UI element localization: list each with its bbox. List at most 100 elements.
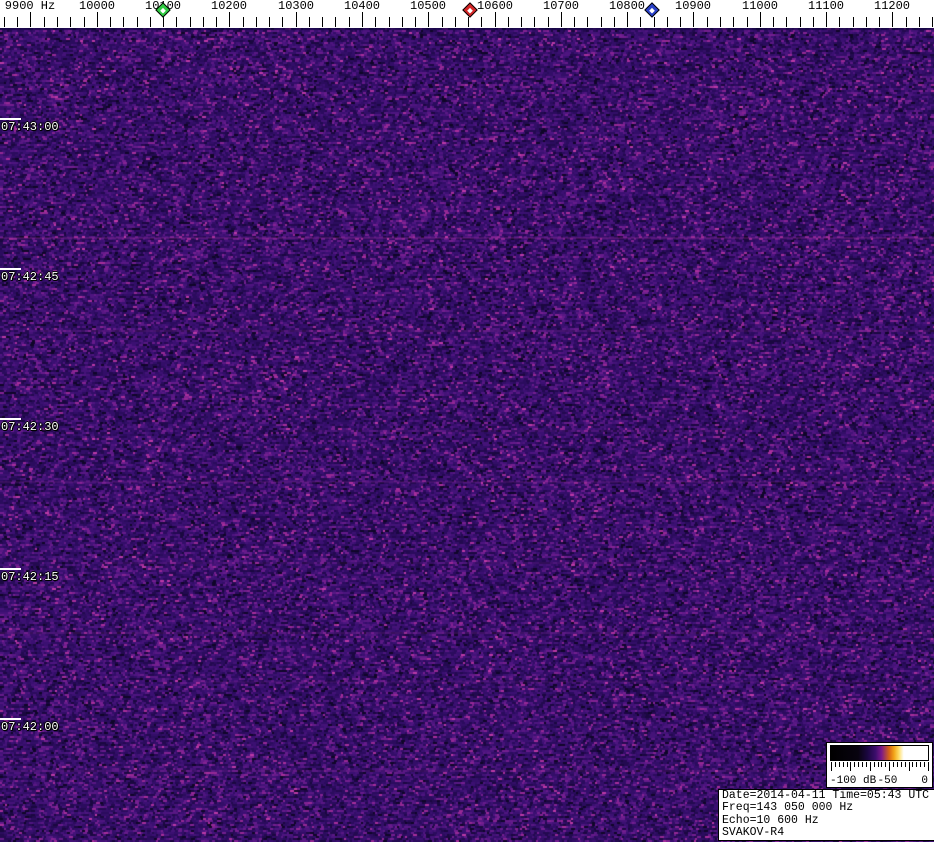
ruler-tick	[720, 17, 721, 27]
ruler-tick	[269, 17, 270, 27]
ruler-tick	[176, 17, 177, 27]
db-tick	[846, 762, 848, 767]
marker-core	[467, 7, 473, 13]
ruler-tick	[747, 17, 748, 27]
ruler-tick	[229, 12, 230, 27]
observation-info-box: Date=2014-04-11 Time=05:43 UTC Freq=143 …	[718, 789, 934, 841]
db-tick	[904, 762, 906, 767]
ruler-tick	[548, 17, 549, 27]
ruler-tick	[349, 17, 350, 27]
ruler-tick	[70, 17, 71, 27]
freq-tick-label: 10200	[210, 0, 248, 13]
ruler-tick	[773, 17, 774, 27]
ruler-tick	[481, 17, 482, 27]
spectrogram-canvas	[0, 28, 934, 842]
spectrogram-window: 9900 Hz100001010010200103001040010500106…	[0, 0, 934, 842]
ruler-tick	[495, 12, 496, 27]
ruler-tick	[455, 17, 456, 27]
ruler-tick	[190, 17, 191, 27]
db-mid-label: -50	[877, 775, 898, 787]
ruler-tick	[760, 12, 761, 27]
ruler-tick	[574, 17, 575, 27]
db-tick	[916, 762, 918, 767]
ruler-tick	[17, 17, 18, 27]
time-tick-label: 07:42:15	[1, 570, 59, 584]
ruler-tick	[614, 17, 615, 27]
ruler-tick	[428, 12, 429, 27]
db-tick	[920, 762, 922, 767]
ruler-tick	[906, 17, 907, 27]
ruler-tick	[4, 17, 5, 27]
freq-tick-label: 11100	[807, 0, 845, 13]
db-color-scale: -100 dB -50 0	[826, 742, 933, 788]
ruler-tick	[468, 17, 469, 27]
marker-core	[649, 7, 655, 13]
ruler-tick	[879, 17, 880, 27]
ruler-tick	[521, 17, 522, 27]
freq-tick-label: 10600	[476, 0, 514, 13]
db-tick	[834, 762, 836, 767]
db-tick	[873, 762, 875, 767]
db-tick	[912, 762, 914, 767]
freq-tick-label: 10300	[277, 0, 315, 13]
ruler-tick	[375, 17, 376, 27]
ruler-tick	[402, 17, 403, 27]
info-frequency: Freq=143 050 000 Hz	[722, 801, 854, 815]
db-max-label: 0	[921, 775, 928, 787]
db-tick	[924, 762, 926, 767]
freq-tick-label: 10400	[343, 0, 381, 13]
marker-diamond-red[interactable]	[462, 2, 478, 18]
ruler-tick	[733, 17, 734, 27]
ruler-tick	[826, 12, 827, 27]
ruler-tick	[813, 17, 814, 27]
ruler-tick	[786, 17, 787, 27]
ruler-tick	[44, 17, 45, 27]
ruler-tick	[335, 17, 336, 27]
waterfall-area: 07:43:00 07:42:45 07:42:30 07:42:15 07:42:00	[0, 28, 934, 842]
ruler-tick	[654, 17, 655, 27]
db-tick	[838, 762, 840, 767]
ruler-tick	[322, 17, 323, 27]
ruler-tick	[97, 12, 98, 27]
ruler-tick	[150, 17, 151, 27]
db-tick	[885, 762, 887, 767]
freq-tick-label: 10800	[608, 0, 646, 13]
ruler-tick	[389, 17, 390, 27]
ruler-tick	[534, 17, 535, 27]
db-tick	[893, 762, 895, 767]
ruler-tick	[800, 17, 801, 27]
ruler-tick	[309, 17, 310, 27]
ruler-tick	[442, 17, 443, 27]
db-tick	[858, 762, 860, 767]
ruler-tick	[296, 12, 297, 27]
ruler-tick	[919, 17, 920, 27]
ruler-tick	[839, 17, 840, 27]
freq-tick-label: 10900	[674, 0, 712, 13]
db-tick	[877, 762, 879, 767]
marker-diamond-blue[interactable]	[644, 2, 660, 18]
db-tick	[842, 762, 844, 767]
colormap-gradient	[830, 745, 929, 761]
info-station-id: SVAKOV-R4	[722, 826, 785, 840]
db-tick	[854, 762, 856, 767]
ruler-tick	[203, 17, 204, 27]
ruler-tick	[853, 17, 854, 27]
time-tick-label: 07:42:00	[1, 720, 59, 734]
ruler-tick	[415, 17, 416, 27]
ruler-tick	[892, 12, 893, 27]
ruler-tick	[866, 17, 867, 27]
ruler-tick	[587, 17, 588, 27]
ruler-tick	[30, 12, 31, 27]
freq-tick-label: 10000	[78, 0, 116, 13]
ruler-tick	[362, 12, 363, 27]
db-scale-ticks	[831, 762, 929, 772]
db-tick	[869, 762, 871, 771]
ruler-tick	[243, 17, 244, 27]
time-tick-label: 07:42:45	[1, 270, 59, 284]
ruler-tick	[508, 17, 509, 27]
freq-tick-label: 9900 Hz	[4, 0, 56, 13]
db-tick	[896, 762, 898, 767]
db-tick	[881, 762, 883, 767]
freq-tick-label: 10500	[409, 0, 447, 13]
db-tick	[889, 762, 891, 771]
